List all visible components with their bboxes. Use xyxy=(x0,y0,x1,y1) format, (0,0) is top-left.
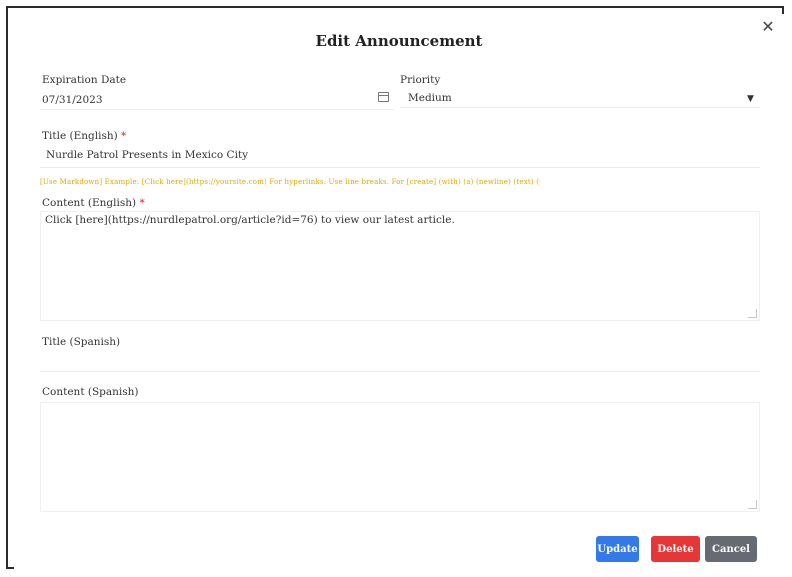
title-english-label-text: Title (English) xyxy=(42,130,118,142)
content-english-value: Click [here](https://nurdlepatrol.org/ar… xyxy=(45,214,455,226)
content-english-textarea[interactable]: Click [here](https://nurdlepatrol.org/ar… xyxy=(40,211,760,321)
content-english-label: Content (English) * xyxy=(42,197,145,209)
markdown-hint: [Use Markdown] Example: [Click here](htt… xyxy=(40,178,540,186)
expiration-date-label: Expiration Date xyxy=(42,74,127,86)
priority-label: Priority xyxy=(400,74,441,86)
title-english-input[interactable]: Nurdle Patrol Presents in Mexico City xyxy=(40,148,760,168)
chevron-down-icon[interactable]: ▼ xyxy=(747,94,757,104)
cancel-button[interactable]: Cancel xyxy=(705,536,757,562)
delete-button[interactable]: Delete xyxy=(651,536,700,562)
resize-handle[interactable] xyxy=(748,500,757,509)
calendar-icon[interactable] xyxy=(378,92,389,102)
priority-value: Medium xyxy=(408,92,452,104)
content-spanish-textarea[interactable] xyxy=(40,402,760,512)
title-english-value: Nurdle Patrol Presents in Mexico City xyxy=(46,149,249,161)
required-mark: * xyxy=(139,197,145,209)
title-spanish-label: Title (Spanish) xyxy=(42,336,121,348)
content-spanish-label: Content (Spanish) xyxy=(42,386,139,398)
resize-handle[interactable] xyxy=(748,309,757,318)
required-mark: * xyxy=(121,130,127,142)
dialog-title: Edit Announcement xyxy=(315,32,483,50)
update-button[interactable]: Update xyxy=(596,536,639,562)
expiration-date-value: 07/31/2023 xyxy=(42,94,103,106)
priority-select[interactable]: Medium xyxy=(400,92,760,108)
expiration-date-input[interactable]: 07/31/2023 xyxy=(40,94,394,110)
title-spanish-input[interactable] xyxy=(40,352,760,372)
title-english-label: Title (English) * xyxy=(42,130,126,142)
edit-announcement-dialog: ✕ Edit Announcement Expiration Date 07/3… xyxy=(14,14,784,569)
content-english-label-text: Content (English) xyxy=(42,197,137,209)
